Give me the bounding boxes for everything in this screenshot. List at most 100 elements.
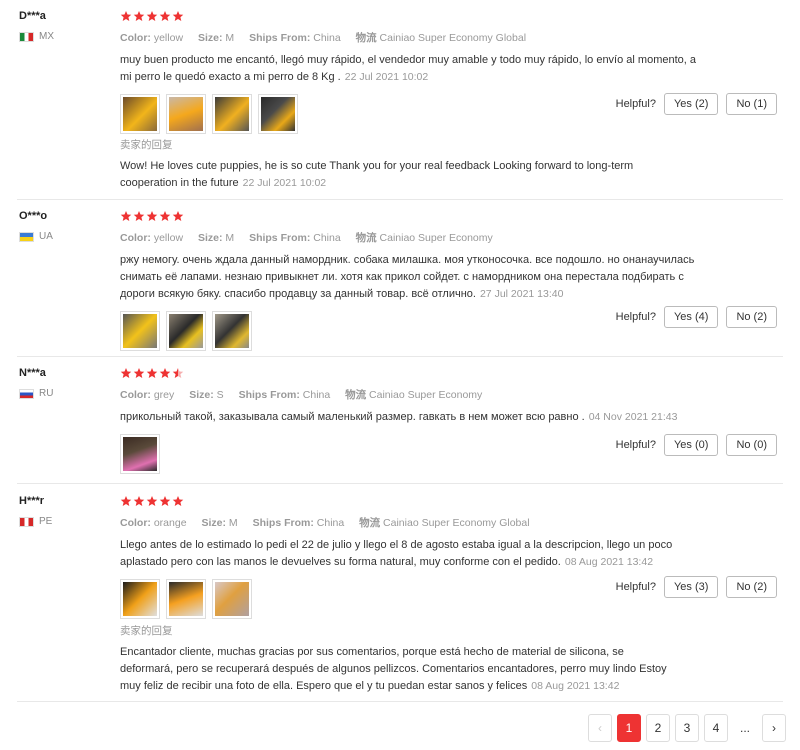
review-photo[interactable]: [120, 434, 160, 474]
star-icon: [146, 496, 158, 506]
star-icon: [159, 368, 171, 378]
size-label: Size:: [197, 232, 223, 244]
helpful-yes-button[interactable]: Yes (0): [663, 434, 719, 456]
ships-from-value: China: [313, 32, 341, 44]
review-date: 08 Aug 2021 13:42: [564, 556, 654, 568]
review-date: 22 Jul 2021 10:02: [344, 71, 429, 83]
reviewer-info: D***a MX: [19, 10, 109, 42]
review-photo[interactable]: [212, 579, 252, 619]
prev-page-button[interactable]: ‹: [588, 714, 612, 742]
review-meta: Color: grey Size: S Ships From: China 物流…: [120, 387, 783, 402]
logistics-label: 物流: [355, 232, 377, 244]
color-label: Color:: [120, 32, 151, 44]
country-code: PE: [39, 516, 53, 527]
helpful-label: Helpful?: [615, 439, 656, 451]
helpful-yes-button[interactable]: Yes (4): [663, 306, 719, 328]
review-item: D***a MX Color: yellow Size: M Ships Fro…: [17, 10, 783, 200]
star-rating: [120, 495, 783, 509]
logistics-value: Cainiao Super Economy Global: [379, 32, 527, 44]
star-icon: [146, 11, 158, 21]
reviewer-name: O***o: [19, 210, 48, 222]
helpful-vote: Helpful? Yes (2) No (1): [616, 93, 777, 115]
helpful-yes-button[interactable]: Yes (2): [663, 93, 719, 115]
review-photo[interactable]: [166, 579, 206, 619]
star-rating: [120, 367, 783, 381]
ships-from-value: China: [302, 389, 331, 401]
reviewer-name: D***a: [19, 10, 46, 22]
helpful-label: Helpful?: [615, 581, 656, 593]
seller-reply-body: Wow! He loves cute puppies, he is so cut…: [120, 160, 634, 189]
reviewer-info: H***r PE: [19, 495, 109, 527]
star-icon: [133, 496, 145, 506]
logistics-value: Cainiao Super Economy: [369, 389, 483, 401]
review-photo[interactable]: [120, 579, 160, 619]
star-icon: [159, 496, 171, 506]
helpful-no-button[interactable]: No (2): [726, 576, 777, 598]
color-label: Color:: [120, 517, 151, 529]
reviewer-country: MX: [19, 31, 109, 42]
seller-reply-date: 22 Jul 2021 10:02: [242, 177, 327, 189]
size-label: Size:: [189, 389, 214, 401]
review-photo[interactable]: [166, 311, 206, 351]
review-date: 04 Nov 2021 21:43: [588, 411, 678, 423]
helpful-yes-button[interactable]: Yes (3): [663, 576, 719, 598]
helpful-no-button[interactable]: No (1): [726, 93, 777, 115]
star-icon: [172, 211, 184, 221]
peru-flag-icon: [19, 516, 34, 527]
color-value: orange: [153, 517, 187, 529]
ukraine-flag-icon: [19, 231, 34, 242]
color-value: yellow: [153, 232, 184, 244]
star-icon: [133, 211, 145, 221]
ships-from-label: Ships From:: [252, 517, 314, 529]
review-text: Llego antes de lo estimado lo pedi el 22…: [120, 537, 710, 571]
ships-from-label: Ships From:: [249, 232, 311, 244]
review-photo[interactable]: [120, 94, 160, 134]
review-text: muy buen producto me encantó, llegó muy …: [120, 52, 710, 86]
logistics-label: 物流: [359, 517, 381, 529]
page-button-3[interactable]: 3: [675, 714, 699, 742]
review-text-body: прикольный такой, заказывала самый мален…: [120, 411, 585, 423]
next-page-button[interactable]: ›: [762, 714, 786, 742]
review-photo[interactable]: [166, 94, 206, 134]
review-date: 27 Jul 2021 13:40: [479, 288, 564, 300]
reviewer-name: N***a: [19, 367, 46, 379]
helpful-label: Helpful?: [615, 98, 656, 110]
reviewer-country: UA: [19, 231, 109, 242]
mexico-flag-icon: [19, 31, 34, 42]
review-item: H***r PE Color: orange Size: M Ships Fro…: [17, 495, 783, 702]
star-icon: [120, 368, 132, 378]
review-photo[interactable]: [120, 311, 160, 351]
seller-reply: 卖家的回复 Encantador cliente, muchas gracias…: [120, 623, 680, 695]
review-photo[interactable]: [212, 94, 252, 134]
size-value: M: [228, 517, 238, 529]
country-code: MX: [39, 31, 54, 42]
review-item: N***a RU Color: grey Size: S Ships From:…: [17, 367, 783, 484]
page-button-2[interactable]: 2: [646, 714, 670, 742]
size-label: Size:: [201, 517, 226, 529]
page-button-4[interactable]: 4: [704, 714, 728, 742]
helpful-no-button[interactable]: No (2): [726, 306, 777, 328]
ships-from-value: China: [316, 517, 345, 529]
review-photo[interactable]: [258, 94, 298, 134]
color-value: yellow: [153, 32, 184, 44]
star-icon: [120, 211, 132, 221]
ships-from-label: Ships From:: [238, 389, 300, 401]
helpful-no-button[interactable]: No (0): [726, 434, 777, 456]
review-text-body: ржу немогу. очень ждала данный намордник…: [120, 254, 695, 300]
reviewer-country: PE: [19, 516, 109, 527]
seller-reply: 卖家的回复 Wow! He loves cute puppies, he is …: [120, 137, 680, 192]
review-meta: Color: yellow Size: M Ships From: China …: [120, 30, 783, 45]
review-item: O***o UA Color: yellow Size: M Ships Fro…: [17, 210, 783, 357]
star-icon: [159, 11, 171, 21]
seller-reply-text: Encantador cliente, muchas gracias por s…: [120, 644, 680, 695]
page-button-1[interactable]: 1: [617, 714, 641, 742]
helpful-vote: Helpful? Yes (0) No (0): [616, 434, 777, 456]
star-icon: [133, 11, 145, 21]
star-icon: [146, 368, 158, 378]
review-photo[interactable]: [212, 311, 252, 351]
color-label: Color:: [120, 232, 151, 244]
logistics-value: Cainiao Super Economy Global: [383, 517, 530, 529]
review-meta: Color: yellow Size: M Ships From: China …: [120, 230, 783, 245]
reviewer-country: RU: [19, 388, 109, 399]
star-rating: [120, 210, 783, 224]
